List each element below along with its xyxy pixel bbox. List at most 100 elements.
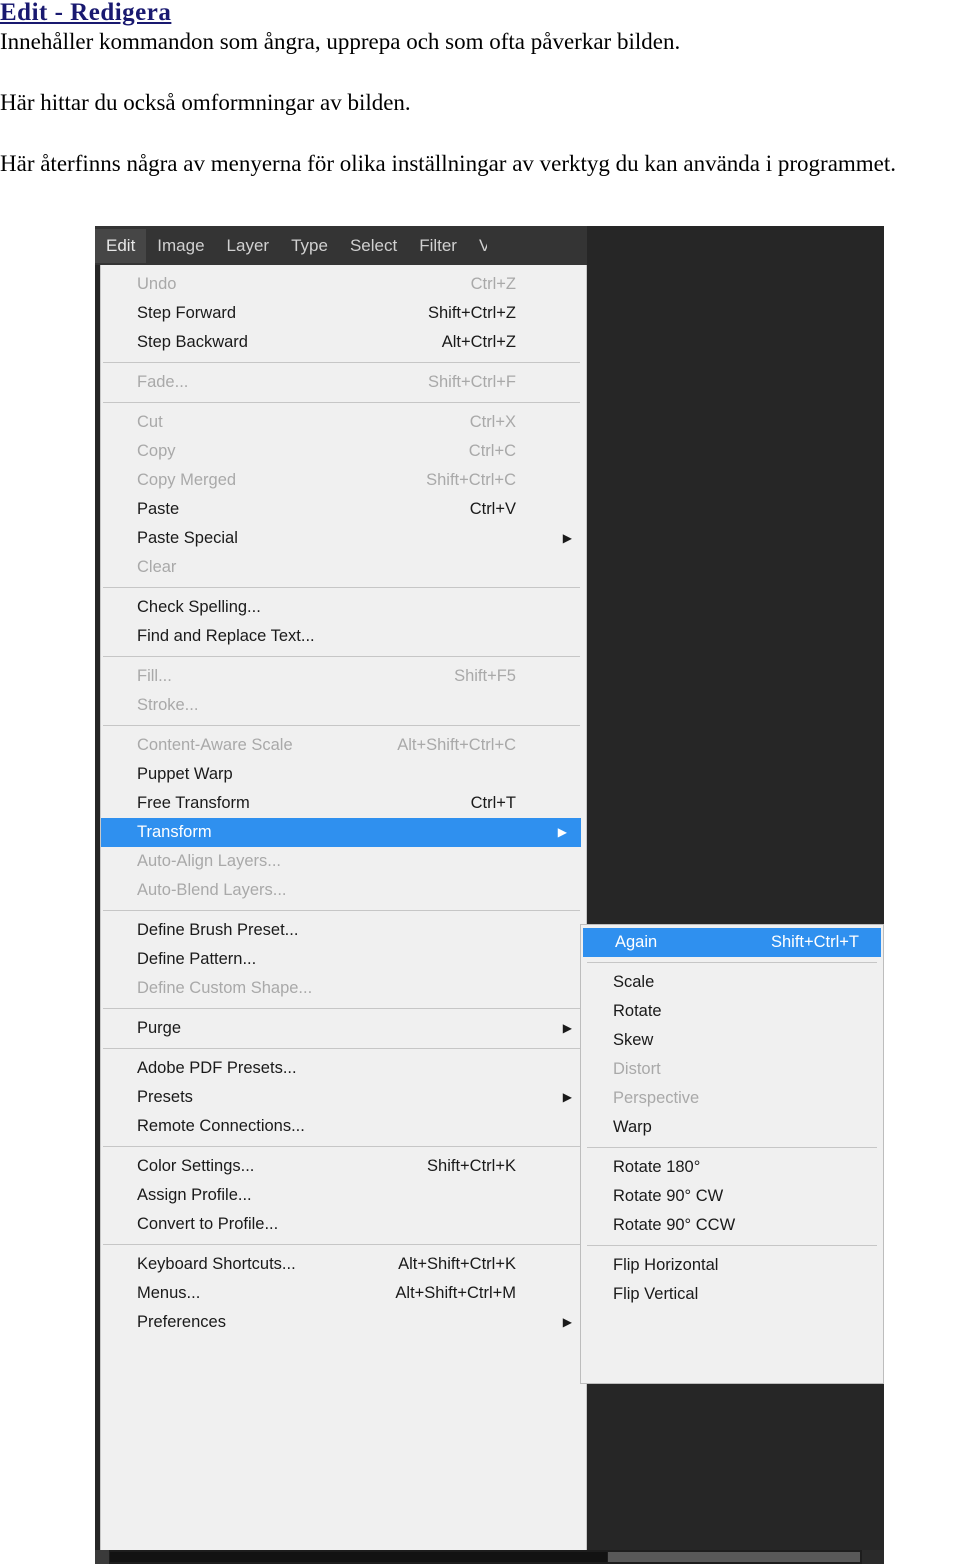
menu-item-rotate-180[interactable]: Rotate 180° [581, 1153, 883, 1182]
submenu-arrow-icon: ▶ [562, 1090, 572, 1104]
menu-item-shortcut: Alt+Shift+Ctrl+M [395, 1284, 516, 1302]
menu-item-transform[interactable]: Transform ▶ [101, 818, 581, 847]
menu-separator [587, 1147, 877, 1148]
menu-item-auto-align-layers: Auto-Align Layers... [101, 847, 586, 876]
page-title: Edit - Redigera [0, 0, 172, 26]
menu-item-label: Adobe PDF Presets... [137, 1059, 297, 1077]
menu-item-label: Flip Vertical [613, 1285, 699, 1303]
menu-item-define-custom-shape: Define Custom Shape... [101, 974, 586, 1003]
menu-item-label: Preferences [137, 1313, 226, 1331]
menu-item-label: Rotate [613, 1002, 662, 1020]
menu-item-label: Paste [137, 500, 180, 518]
menu-item-presets[interactable]: Presets ▶ [101, 1083, 586, 1112]
menu-item-convert-to-profile[interactable]: Convert to Profile... [101, 1210, 586, 1239]
menu-item-purge[interactable]: Purge ▶ [101, 1014, 586, 1043]
menu-item-keyboard-shortcuts[interactable]: Keyboard Shortcuts... Alt+Shift+Ctrl+K [101, 1250, 586, 1279]
menu-item-label: Remote Connections... [137, 1117, 305, 1135]
menu-item-label: Cut [137, 413, 163, 431]
menu-item-label: Keyboard Shortcuts... [137, 1255, 296, 1273]
menubar-item-filter[interactable]: Filter [408, 229, 468, 263]
document-paragraph-2: Här hittar du också omformningar av bild… [0, 90, 411, 116]
menu-item-shortcut: Shift+Ctrl+T [770, 933, 859, 951]
menu-item-label: Undo [137, 275, 177, 293]
menu-item-label: Define Brush Preset... [137, 921, 299, 939]
menu-item-warp[interactable]: Warp [581, 1113, 883, 1142]
horizontal-scrollbar[interactable] [95, 1550, 884, 1564]
menu-item-remote-connections[interactable]: Remote Connections... [101, 1112, 586, 1141]
menu-item-label: Copy Merged [137, 471, 237, 489]
menu-item-assign-profile[interactable]: Assign Profile... [101, 1181, 586, 1210]
menu-item-label: Auto-Blend Layers... [137, 881, 287, 899]
menu-item-label: Content-Aware Scale [137, 736, 293, 754]
menu-item-shortcut: Ctrl+V [469, 500, 516, 518]
menu-separator [103, 402, 580, 403]
menu-item-label: Menus... [137, 1284, 201, 1302]
menu-item-preferences[interactable]: Preferences ▶ [101, 1308, 586, 1337]
submenu-arrow-icon: ▶ [562, 1315, 572, 1329]
menu-item-paste[interactable]: Paste Ctrl+V [101, 495, 586, 524]
menu-item-label: Free Transform [137, 794, 250, 812]
menu-separator [103, 1244, 580, 1245]
scrollbar-thumb[interactable] [608, 1552, 860, 1562]
menu-item-label: Fade... [137, 373, 189, 391]
menubar-item-edit[interactable]: Edit [95, 228, 147, 263]
menu-item-label: Copy [137, 442, 176, 460]
menu-item-label: Distort [613, 1060, 661, 1078]
menu-item-fill: Fill... Shift+F5 [101, 662, 586, 691]
menu-item-copy: Copy Ctrl+C [101, 437, 586, 466]
menubar-item-v[interactable]: V [468, 229, 487, 263]
menu-item-label: Puppet Warp [137, 765, 233, 783]
document-paragraph-1: Innehåller kommandon som ångra, upprepa … [0, 29, 681, 55]
menu-item-check-spelling[interactable]: Check Spelling... [101, 593, 586, 622]
menu-item-rotate-90-cw[interactable]: Rotate 90° CW [581, 1182, 883, 1211]
menu-item-step-backward[interactable]: Step Backward Alt+Ctrl+Z [101, 328, 586, 357]
menu-item-label: Scale [613, 973, 655, 991]
photoshop-screenshot: Edit Image Layer Type Select Filter V Undo Ctrl… [95, 226, 884, 1564]
menu-item-auto-blend-layers: Auto-Blend Layers... [101, 876, 586, 905]
submenu-arrow-icon: ▶ [557, 825, 567, 839]
menu-item-flip-vertical[interactable]: Flip Vertical [581, 1280, 883, 1309]
menu-item-label: Transform [137, 823, 212, 841]
menubar-item-type[interactable]: Type [280, 229, 339, 263]
menubar-item-layer[interactable]: Layer [216, 229, 281, 263]
menu-item-again[interactable]: Again Shift+Ctrl+T [583, 928, 881, 957]
menu-item-color-settings[interactable]: Color Settings... Shift+Ctrl+K [101, 1152, 586, 1181]
menu-item-puppet-warp[interactable]: Puppet Warp [101, 760, 586, 789]
menu-item-define-pattern[interactable]: Define Pattern... [101, 945, 586, 974]
edit-dropdown-menu[interactable]: Undo Ctrl+Z Step Forward Shift+Ctrl+Z Step B… [100, 265, 587, 1560]
menu-item-scale[interactable]: Scale [581, 968, 883, 997]
menu-item-shortcut: Shift+Ctrl+K [427, 1157, 516, 1175]
transform-submenu[interactable]: Again Shift+Ctrl+T Scale Rotate Skew Distort P… [580, 924, 884, 1384]
menu-separator [103, 910, 580, 911]
menu-item-paste-special[interactable]: Paste Special ▶ [101, 524, 586, 553]
menu-item-flip-horizontal[interactable]: Flip Horizontal [581, 1251, 883, 1280]
menu-item-shortcut: Alt+Ctrl+Z [441, 333, 516, 351]
menubar-item-select[interactable]: Select [339, 229, 408, 263]
menu-item-copy-merged: Copy Merged Shift+Ctrl+C [101, 466, 586, 495]
menu-item-shortcut: Ctrl+C [468, 442, 516, 460]
menu-item-adobe-pdf-presets[interactable]: Adobe PDF Presets... [101, 1054, 586, 1083]
menu-item-label: Clear [137, 558, 177, 576]
menu-separator [103, 1146, 580, 1147]
menu-item-rotate[interactable]: Rotate [581, 997, 883, 1026]
menu-item-find-and-replace-text[interactable]: Find and Replace Text... [101, 622, 586, 651]
menubar-item-image[interactable]: Image [146, 229, 215, 263]
menu-item-define-brush-preset[interactable]: Define Brush Preset... [101, 916, 586, 945]
menu-item-rotate-90-ccw[interactable]: Rotate 90° CCW [581, 1211, 883, 1240]
menu-item-step-forward[interactable]: Step Forward Shift+Ctrl+Z [101, 299, 586, 328]
scrollbar-right-button[interactable] [862, 1550, 884, 1564]
menu-separator [103, 656, 580, 657]
menu-item-shortcut: Alt+Shift+Ctrl+C [397, 736, 516, 754]
menu-item-menus[interactable]: Menus... Alt+Shift+Ctrl+M [101, 1279, 586, 1308]
scrollbar-left-button[interactable] [95, 1550, 109, 1564]
menu-item-shortcut: Alt+Shift+Ctrl+K [398, 1255, 516, 1273]
menu-item-free-transform[interactable]: Free Transform Ctrl+T [101, 789, 586, 818]
menu-separator [103, 587, 580, 588]
menu-item-shortcut: Ctrl+X [469, 413, 516, 431]
menu-item-label: Perspective [613, 1089, 700, 1107]
menu-separator [587, 1245, 877, 1246]
menu-item-undo: Undo Ctrl+Z [101, 270, 586, 299]
scrollbar-track[interactable] [110, 1552, 607, 1562]
menu-item-skew[interactable]: Skew [581, 1026, 883, 1055]
